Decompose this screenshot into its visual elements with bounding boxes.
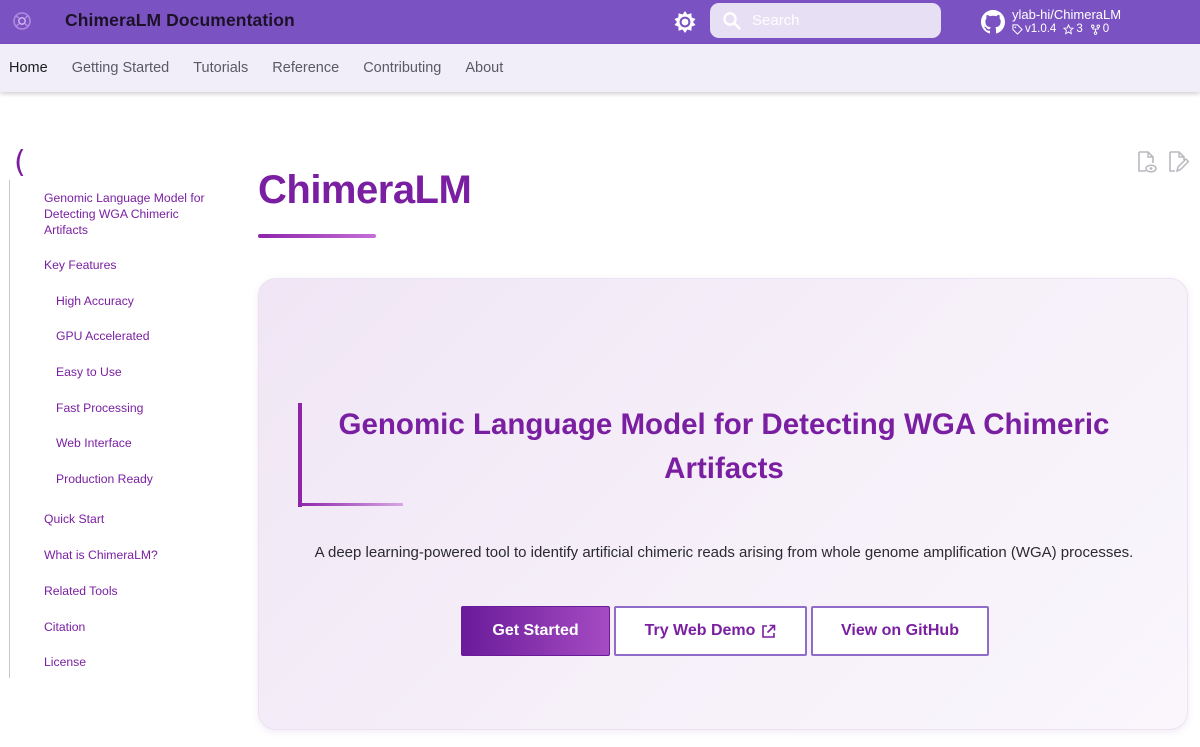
logo-icon[interactable] <box>10 9 34 33</box>
hero-card: Genomic Language Model for Detecting WGA… <box>258 278 1188 730</box>
toc-item-genomic-language-model[interactable]: Genomic Language Model for Detecting WGA… <box>44 190 224 238</box>
github-icon <box>981 10 1005 34</box>
toc-item-key-features[interactable]: Key Features <box>44 257 116 273</box>
page-title: ChimeraLM <box>258 168 472 212</box>
try-web-demo-label: Try Web Demo <box>644 622 756 639</box>
get-started-button[interactable]: Get Started <box>461 606 610 656</box>
nav-tabs: Home Getting Started Tutorials Reference… <box>0 44 1200 92</box>
tab-reference[interactable]: Reference <box>272 60 339 76</box>
tab-getting-started[interactable]: Getting Started <box>72 60 170 76</box>
toc-item-quick-start[interactable]: Quick Start <box>44 511 104 527</box>
try-web-demo-button[interactable]: Try Web Demo <box>614 606 807 656</box>
hero-description: A deep learning-powered tool to identify… <box>314 544 1134 561</box>
tab-about[interactable]: About <box>465 60 503 76</box>
toc-item-fast-processing[interactable]: Fast Processing <box>56 400 143 416</box>
repo-stars: 3 <box>1063 23 1083 35</box>
repo-link[interactable]: ylab-hi/ChimeraLM v1.0.4 3 0 <box>981 5 1181 39</box>
toc-item-what-is-chimeralm[interactable]: What is ChimeraLM? <box>44 547 158 563</box>
get-started-label: Get Started <box>492 622 579 639</box>
edit-page-icon[interactable] <box>1167 150 1189 174</box>
search-input[interactable] <box>752 9 932 32</box>
tab-tutorials[interactable]: Tutorials <box>193 60 248 76</box>
theme-toggle-icon[interactable] <box>672 9 698 35</box>
external-link-icon <box>762 624 776 638</box>
tab-home[interactable]: Home <box>9 60 48 76</box>
toc-item-high-accuracy[interactable]: High Accuracy <box>56 293 134 309</box>
repo-stars-count: 3 <box>1076 23 1083 35</box>
repo-name: ylab-hi/ChimeraLM <box>1012 7 1122 22</box>
toc-item-license[interactable]: License <box>44 654 86 670</box>
toc-item-easy-to-use[interactable]: Easy to Use <box>56 364 122 380</box>
toc-item-web-interface[interactable]: Web Interface <box>56 435 132 451</box>
toc-bracket: ( <box>14 145 26 180</box>
toc-item-citation[interactable]: Citation <box>44 619 85 635</box>
search-box[interactable] <box>710 3 941 38</box>
tag-icon <box>1012 23 1023 35</box>
repo-facts: v1.0.4 3 0 <box>1012 23 1109 35</box>
tab-contributing[interactable]: Contributing <box>363 60 441 76</box>
repo-forks-count: 0 <box>1102 23 1110 35</box>
view-source-icon[interactable] <box>1136 150 1158 174</box>
view-on-github-button[interactable]: View on GitHub <box>811 606 989 656</box>
hero-accent-vertical <box>298 403 302 507</box>
repo-version-text: v1.0.4 <box>1025 23 1057 35</box>
repo-version: v1.0.4 <box>1012 23 1056 35</box>
toc-item-gpu-accelerated[interactable]: GPU Accelerated <box>56 328 149 344</box>
toc-item-related-tools[interactable]: Related Tools <box>44 583 118 599</box>
top-header: ChimeraLM Documentation ylab-hi/ChimeraL… <box>0 0 1200 44</box>
hero-heading: Genomic Language Model for Detecting WGA… <box>338 408 1110 485</box>
repo-forks: 0 <box>1090 23 1109 35</box>
view-on-github-label: View on GitHub <box>841 622 959 639</box>
toc-item-production-ready[interactable]: Production Ready <box>56 471 153 487</box>
hero-accent-horizontal <box>298 503 403 506</box>
toc-rail <box>9 180 10 678</box>
site-title[interactable]: ChimeraLM Documentation <box>65 10 295 31</box>
title-underline <box>258 234 376 238</box>
star-icon <box>1063 23 1075 35</box>
search-icon <box>723 12 741 30</box>
fork-icon <box>1090 24 1100 35</box>
